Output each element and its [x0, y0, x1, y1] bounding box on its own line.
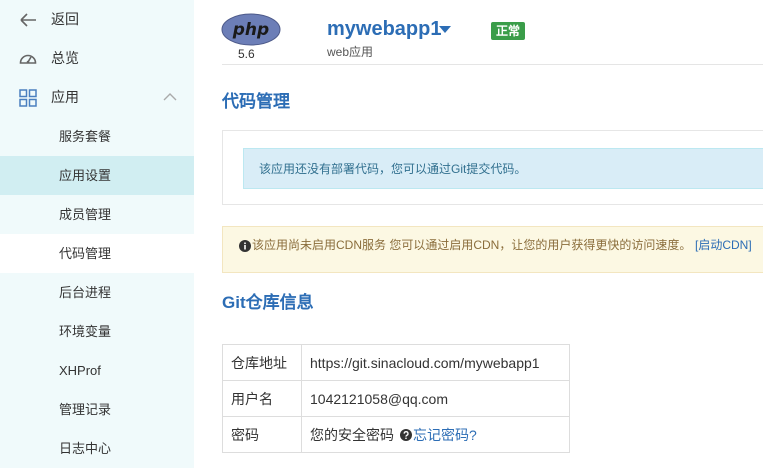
git-info-table: 仓库地址 https://git.sinacloud.com/mywebapp1… [222, 344, 570, 453]
no-code-alert-text: 该应用还没有部署代码，您可以通过Git提交代码。 [259, 162, 527, 176]
question-circle-icon [400, 428, 412, 441]
status-badge: 正常 [491, 22, 526, 40]
sidebar-item-admin-log[interactable]: 管理记录 [0, 390, 194, 429]
dashboard-icon [19, 54, 37, 64]
php-logo: php [221, 13, 281, 46]
git-repo-label: 仓库地址 [222, 344, 302, 381]
sidebar-item-label: 后台进程 [59, 285, 112, 300]
sidebar-item-label: XHProf [59, 363, 101, 378]
sidebar-item-plan[interactable]: 服务套餐 [0, 117, 194, 156]
sidebar-item-label: 代码管理 [59, 246, 112, 261]
app-type: web应用 [327, 45, 374, 59]
git-password-value: 您的安全密码 [310, 426, 394, 443]
no-code-alert: 该应用还没有部署代码，您可以通过Git提交代码。 [243, 148, 763, 189]
grid-icon [19, 89, 37, 107]
sidebar: 返回 总览 应用 服务套餐 应用设置 成员管理 代码管理 后台进程 环境变量 X… [0, 0, 194, 468]
back-label: 返回 [51, 11, 79, 27]
sidebar-item-label: 环境变量 [59, 324, 112, 339]
overview-nav-item[interactable]: 总览 [0, 39, 194, 78]
overview-label: 总览 [51, 50, 79, 66]
apps-nav-item[interactable]: 应用 [0, 78, 194, 117]
table-row: 仓库地址 https://git.sinacloud.com/mywebapp1 [222, 344, 570, 381]
cdn-warning-text: 该应用尚未启用CDN服务 您可以通过启用CDN，让您的用户获得更快的访问速度。 [252, 238, 692, 252]
sidebar-item-env-vars[interactable]: 环境变量 [0, 312, 194, 351]
arrow-left-icon [20, 13, 36, 27]
apps-label: 应用 [51, 89, 79, 105]
sidebar-item-label: 成员管理 [59, 207, 112, 222]
git-section-title: Git仓库信息 [222, 293, 314, 312]
sidebar-item-log-center[interactable]: 日志中心 [0, 429, 194, 468]
app-name-switcher[interactable]: mywebapp1 [327, 17, 441, 41]
table-row: 密码 您的安全密码 忘记密码? [222, 416, 570, 453]
sidebar-item-label: 管理记录 [59, 402, 112, 417]
sidebar-item-app-settings[interactable]: 应用设置 [0, 156, 194, 195]
back-nav-item[interactable]: 返回 [0, 0, 194, 39]
sidebar-item-code[interactable]: 代码管理 [0, 234, 194, 273]
git-password-label: 密码 [222, 416, 302, 453]
sidebar-item-background-process[interactable]: 后台进程 [0, 273, 194, 312]
caret-down-icon[interactable] [439, 26, 451, 33]
git-repo-url: https://git.sinacloud.com/mywebapp1 [301, 344, 570, 381]
php-logo-text: php [232, 20, 269, 40]
info-circle-icon [239, 240, 251, 252]
cdn-warning-alert: 该应用尚未启用CDN服务 您可以通过启用CDN，让您的用户获得更快的访问速度。 … [222, 226, 763, 273]
sidebar-item-label: 服务套餐 [59, 129, 112, 144]
forgot-password-link[interactable]: 忘记密码? [413, 427, 477, 443]
header-divider [222, 64, 763, 65]
table-row: 用户名 1042121058@qq.com [222, 380, 570, 417]
sidebar-item-label: 日志中心 [59, 441, 112, 456]
code-section-title: 代码管理 [222, 92, 290, 111]
git-username-label: 用户名 [222, 380, 302, 417]
chevron-up-icon[interactable] [162, 91, 178, 103]
git-username-value: 1042121058@qq.com [301, 380, 570, 417]
enable-cdn-link[interactable]: [启动CDN] [695, 238, 752, 253]
sidebar-item-members[interactable]: 成员管理 [0, 195, 194, 234]
runtime-version: 5.6 [238, 47, 255, 61]
git-password-cell: 您的安全密码 忘记密码? [301, 416, 570, 453]
sidebar-item-xhprof[interactable]: XHProf [0, 351, 194, 390]
sidebar-item-label: 应用设置 [59, 168, 112, 183]
